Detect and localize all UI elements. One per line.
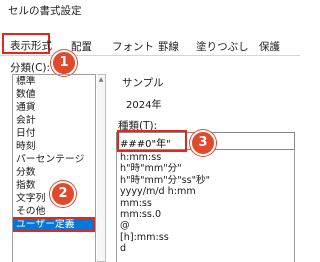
format-list[interactable]: h:mm:ss h"時"mm"分" h"時"mm"分"ss"秒" yyyy/m/…: [116, 150, 295, 262]
tab-font[interactable]: フォント: [112, 39, 154, 54]
category-scrollbar[interactable]: ▲: [97, 74, 106, 262]
format-item[interactable]: mm:ss: [117, 198, 294, 209]
type-input-highlight: [117, 130, 187, 152]
category-item-date[interactable]: 日付: [13, 127, 95, 140]
format-item[interactable]: mm:ss.0: [117, 209, 294, 220]
category-item-fraction[interactable]: 分数: [13, 166, 95, 179]
sample-label: サンプル: [122, 77, 164, 89]
category-item-number[interactable]: 数値: [13, 88, 95, 101]
category-list[interactable]: 標準 数値 通貨 会計 日付 時刻 パーセンテージ 分数 指数 文字列 その他 …: [12, 74, 96, 262]
format-item[interactable]: @: [117, 220, 294, 231]
scroll-up-icon[interactable]: ▲: [98, 76, 104, 83]
category-item-general[interactable]: 標準: [13, 75, 95, 88]
tab-protection[interactable]: 保護: [259, 39, 280, 54]
category-item-time[interactable]: 時刻: [13, 140, 95, 153]
format-item[interactable]: d: [117, 243, 294, 254]
format-item[interactable]: h"時"mm"分"ss"秒": [117, 175, 294, 186]
step-badge-1: 1: [51, 50, 77, 76]
category-item-accounting[interactable]: 会計: [13, 114, 95, 127]
step-badge-2: 2: [50, 181, 76, 207]
tab-number-format[interactable]: 表示形式: [2, 33, 52, 54]
category-item-custom[interactable]: ユーザー定義: [13, 217, 95, 232]
sample-value: 2024年: [126, 100, 162, 111]
format-item[interactable]: [h]:mm:ss: [117, 232, 294, 243]
category-label: 分類(C):: [10, 62, 51, 74]
format-item[interactable]: h:mm:ss: [117, 152, 294, 163]
format-item[interactable]: yyyy/m/d h:mm: [117, 186, 294, 197]
category-item-percentage[interactable]: パーセンテージ: [13, 153, 95, 166]
category-item-special[interactable]: その他: [13, 205, 95, 218]
format-item[interactable]: h"時"mm"分": [117, 163, 294, 174]
dialog-title: セルの書式設定: [8, 5, 82, 17]
tab-fill[interactable]: 塗りつぶし: [196, 39, 249, 54]
category-item-currency[interactable]: 通貨: [13, 101, 95, 114]
tab-alignment[interactable]: 配置: [71, 39, 92, 54]
tab-border[interactable]: 罫線: [158, 39, 179, 54]
